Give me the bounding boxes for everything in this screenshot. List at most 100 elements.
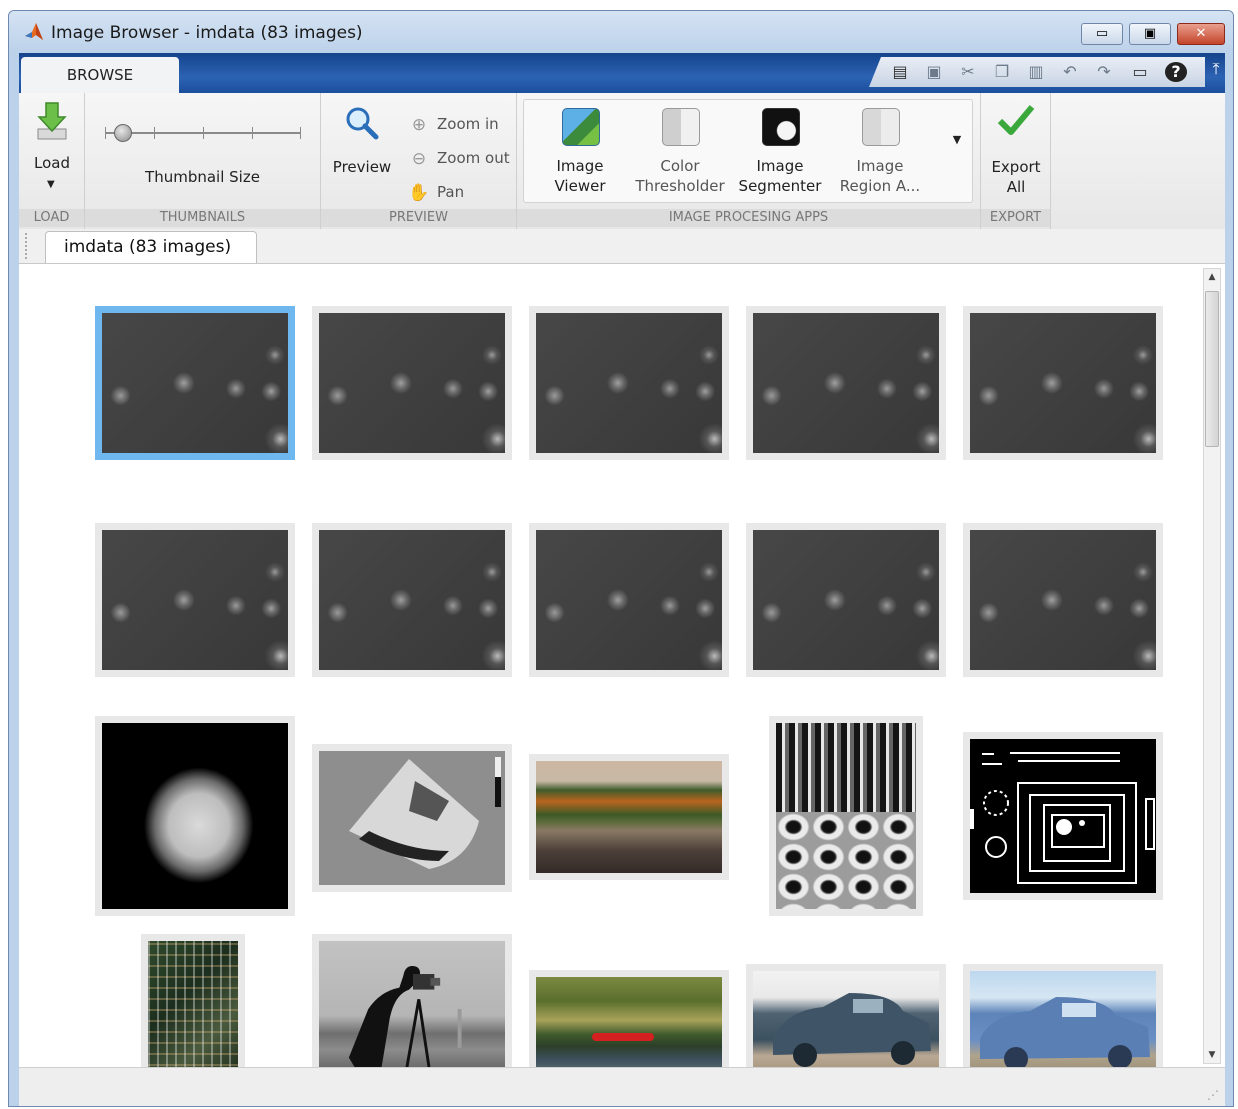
image-region-analyzer-app[interactable]: Image Region A... [830, 102, 930, 202]
tab-browse[interactable]: BROWSE [21, 57, 179, 93]
slider-tick [300, 127, 301, 139]
section-apps: Image Viewer Color Thresholder Image Seg… [517, 93, 981, 229]
image-segmenter-label-1: Image [756, 157, 804, 175]
slider-thumb[interactable] [113, 124, 132, 142]
thumbnail[interactable] [769, 716, 923, 916]
zoom-out-label: Zoom out [437, 149, 510, 167]
zoom-in-icon: ⊕ [411, 115, 427, 135]
paste-icon[interactable]: ▥ [1025, 62, 1047, 82]
status-bar: ⋰ [19, 1067, 1225, 1106]
image-segmenter-app[interactable]: Image Segmenter [730, 102, 830, 202]
color-thresholder-label-1: Color [660, 157, 700, 175]
thumbnail-image [102, 723, 288, 909]
scroll-down-icon[interactable]: ▼ [1204, 1047, 1220, 1063]
gallery-expand-button[interactable]: ▼ [945, 133, 969, 157]
thumbnail[interactable] [746, 306, 946, 460]
export-all-button[interactable]: Export All [985, 101, 1047, 201]
thumbnail-image [319, 530, 505, 670]
scroll-up-icon[interactable]: ▲ [1204, 269, 1220, 285]
load-label: Load [34, 154, 70, 172]
section-load: Load ▼ LOAD [19, 93, 85, 229]
scrollbar-thumb[interactable] [1205, 291, 1219, 447]
thumbnail[interactable] [746, 964, 946, 1068]
save-icon[interactable]: ▣ [923, 62, 945, 82]
thumbnail-size-label: Thumbnail Size [145, 168, 260, 186]
red-canoe-shape [592, 1033, 654, 1041]
thumbnail[interactable] [529, 754, 729, 880]
thumbnail-image [776, 723, 916, 909]
matlab-logo-icon [25, 23, 43, 40]
thumbnail[interactable] [746, 523, 946, 677]
thumbnail-size-slider[interactable] [105, 123, 301, 143]
vertical-scrollbar[interactable]: ▲ ▼ [1203, 268, 1221, 1064]
zoom-in-button[interactable]: ⊕ Zoom in [407, 113, 511, 137]
window-icon[interactable]: ▭ [1129, 62, 1151, 82]
image-segmenter-icon [762, 108, 800, 146]
thumbnail[interactable] [963, 306, 1163, 460]
thumbnail[interactable] [529, 970, 729, 1068]
image-region-analyzer-label-1: Image [856, 157, 904, 175]
image-viewer-label-2: Viewer [554, 177, 606, 195]
close-button[interactable]: ✕ [1177, 23, 1225, 45]
pan-button[interactable]: ✋ Pan [407, 181, 511, 205]
resize-grip-icon[interactable]: ⋰ [1207, 1088, 1219, 1102]
minimize-button[interactable]: ▭ [1081, 23, 1123, 45]
image-viewer-app[interactable]: Image Viewer [530, 102, 630, 202]
document-tab-label: imdata (83 images) [64, 237, 232, 257]
thumbnail[interactable] [312, 306, 512, 460]
image-region-analyzer-icon [862, 108, 900, 146]
export-label-1: Export [991, 158, 1041, 176]
load-arrow-icon [37, 102, 67, 140]
ribbon-tab-strip: BROWSE ▤ ▣ ✂ ❐ ▥ ↶ ↷ ▭ ? ⤒ [19, 53, 1225, 93]
preview-label: Preview [332, 158, 392, 176]
zoom-in-label: Zoom in [437, 115, 499, 133]
thumbnail[interactable] [95, 306, 295, 460]
preview-button[interactable]: Preview [327, 101, 397, 197]
knit-texture-bottom [776, 812, 916, 909]
thumbnail-image [319, 941, 505, 1068]
image-browser-window: Image Browser - imdata (83 images) ▭ ▣ ✕… [8, 10, 1234, 1107]
thumbnail-image [753, 530, 939, 670]
collapse-ribbon-icon[interactable]: ⤒ [1207, 59, 1225, 87]
close-icon: ✕ [1195, 26, 1207, 41]
copy-icon[interactable]: ❐ [991, 62, 1013, 82]
thumbnail-image [148, 941, 238, 1068]
zoom-out-button[interactable]: ⊖ Zoom out [407, 147, 511, 171]
thumbnail-image [536, 313, 722, 453]
slider-tick [154, 127, 155, 139]
drag-grip-icon[interactable] [25, 233, 31, 259]
undo-icon[interactable]: ↶ [1059, 62, 1081, 82]
thumbnail[interactable] [963, 732, 1163, 900]
maximize-button[interactable]: ▣ [1129, 23, 1171, 45]
redo-icon[interactable]: ↷ [1093, 62, 1115, 82]
help-icon[interactable]: ? [1165, 62, 1187, 82]
section-export: Export All EXPORT [981, 93, 1051, 229]
new-icon[interactable]: ▤ [889, 62, 911, 82]
app-gallery: Image Viewer Color Thresholder Image Seg… [523, 99, 973, 203]
thumbnail[interactable] [529, 523, 729, 677]
thumbnail[interactable] [963, 964, 1163, 1068]
cut-icon[interactable]: ✂ [957, 62, 979, 82]
color-thresholder-app[interactable]: Color Thresholder [630, 102, 730, 202]
thumbnail[interactable] [141, 934, 245, 1068]
load-button[interactable]: Load ▼ [23, 99, 81, 199]
thumbnail[interactable] [963, 523, 1163, 677]
thumbnail[interactable] [312, 523, 512, 677]
thumbnail-image [319, 751, 505, 885]
thumbnail[interactable] [95, 716, 295, 916]
thumbnail[interactable] [529, 306, 729, 460]
slider-tick [105, 127, 106, 139]
thumbnail-image [536, 761, 722, 873]
chevron-down-icon: ▼ [952, 133, 962, 146]
document-tab[interactable]: imdata (83 images) [45, 231, 257, 263]
binary-shapes-drawing [970, 752, 1155, 884]
maximize-icon: ▣ [1143, 26, 1157, 41]
zoom-out-icon: ⊖ [411, 149, 427, 169]
export-label-2: All [1006, 178, 1026, 196]
title-bar: Image Browser - imdata (83 images) ▭ ▣ ✕ [9, 11, 1233, 51]
thumbnail[interactable] [95, 523, 295, 677]
thumbnail-image [753, 971, 939, 1068]
thumbnail[interactable] [312, 934, 512, 1068]
window-title: Image Browser - imdata (83 images) [51, 23, 363, 43]
thumbnail[interactable] [312, 744, 512, 892]
